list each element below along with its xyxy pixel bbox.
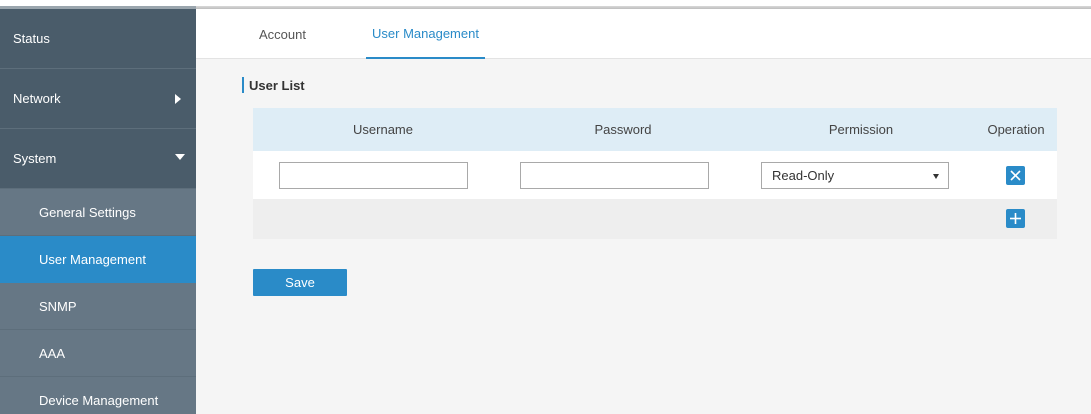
sidebar-item-device-management[interactable]: Device Management (0, 377, 196, 414)
sidebar-item-label: Network (13, 91, 61, 106)
table-row: Read-Only (253, 151, 1057, 199)
table-add-row (253, 199, 1057, 239)
table-header: Username Password Permission Operation (253, 108, 1057, 151)
section-title: User List (242, 77, 305, 93)
caret-down-icon (175, 153, 185, 160)
sidebar: Status Network System General Settings U… (0, 9, 196, 414)
sidebar-item-user-management[interactable]: User Management (0, 236, 196, 283)
column-header-operation: Operation (987, 122, 1045, 137)
sidebar-item-network[interactable]: Network (0, 69, 196, 129)
sidebar-item-label: User Management (39, 251, 146, 267)
tab-account[interactable]: Account (240, 9, 325, 59)
user-list-table: Username Password Permission Operation R… (253, 108, 1057, 239)
top-strip (0, 0, 1091, 9)
caret-right-icon (175, 93, 181, 104)
save-button[interactable]: Save (253, 269, 347, 296)
plus-icon (1010, 213, 1021, 224)
tab-label: User Management (372, 25, 479, 41)
sidebar-item-aaa[interactable]: AAA (0, 330, 196, 377)
tab-label: Account (259, 26, 306, 42)
permission-select[interactable]: Read-Only (761, 162, 949, 189)
sidebar-item-status[interactable]: Status (0, 9, 196, 69)
sidebar-item-snmp[interactable]: SNMP (0, 283, 196, 330)
main-content: Account User Management User List Userna… (196, 9, 1091, 414)
sidebar-item-label: Device Management (39, 392, 159, 408)
sidebar-item-label: SNMP (39, 298, 77, 314)
column-header-permission: Permission (828, 122, 894, 137)
sidebar-item-label: Status (13, 31, 50, 46)
sidebar-item-general-settings[interactable]: General Settings (0, 189, 196, 236)
sidebar-item-label: System (13, 151, 57, 166)
close-icon (1010, 170, 1021, 181)
column-header-password: Password (594, 122, 652, 137)
chevron-down-icon (933, 173, 939, 179)
password-input[interactable] (520, 162, 709, 189)
tab-bar: Account User Management (196, 9, 1091, 59)
add-user-button[interactable] (1006, 209, 1025, 228)
username-input[interactable] (279, 162, 468, 189)
sidebar-item-system[interactable]: System (0, 129, 196, 189)
sidebar-item-label: AAA (39, 345, 66, 361)
permission-select-value: Read-Only (772, 168, 835, 183)
sidebar-item-label: General Settings (39, 204, 136, 220)
column-header-username: Username (353, 122, 413, 137)
tab-user-management[interactable]: User Management (366, 9, 485, 59)
delete-row-button[interactable] (1006, 166, 1025, 185)
